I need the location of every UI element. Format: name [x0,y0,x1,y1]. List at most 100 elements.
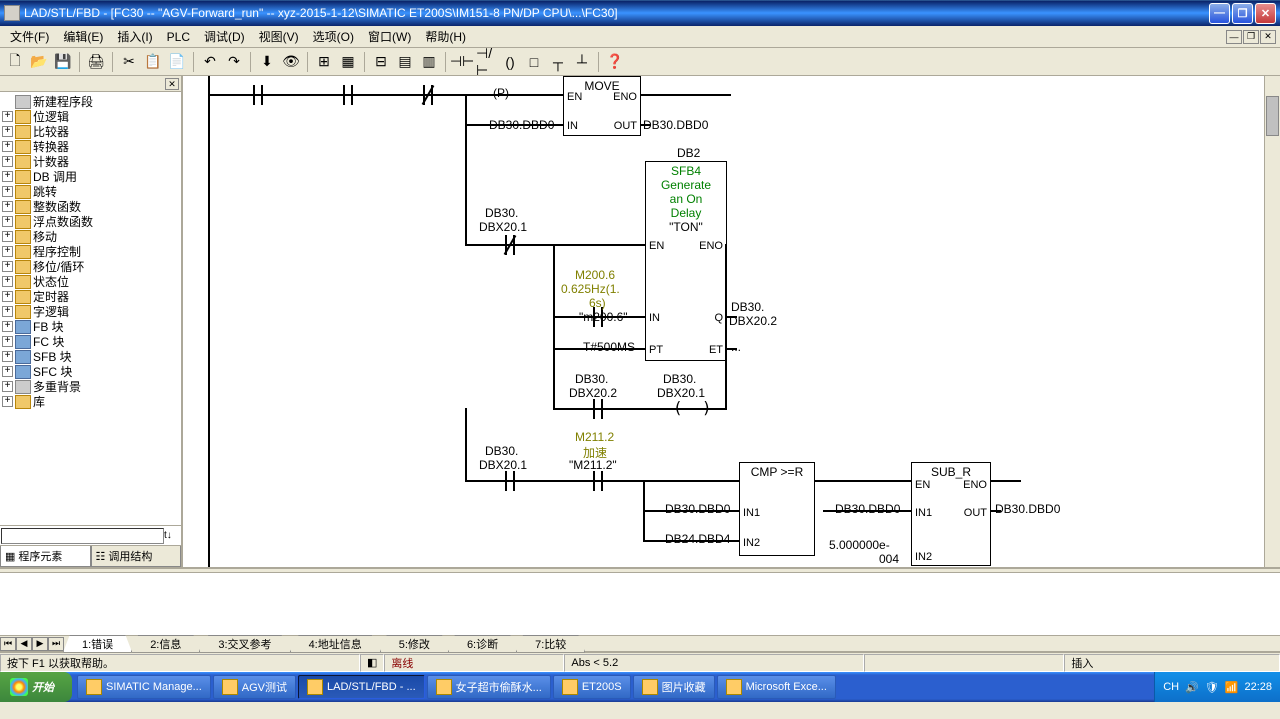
tree-item[interactable]: +SFC 块 [2,364,179,379]
tree-item[interactable]: +多重背景 [2,379,179,394]
vertical-scrollbar[interactable] [1264,76,1280,567]
output-tab[interactable]: 7:比较 [516,635,585,653]
tree-item[interactable]: +计数器 [2,154,179,169]
contact-no[interactable] [333,85,363,105]
menu-debug[interactable]: 调试(D) [198,26,251,47]
r3c1a[interactable]: DB30. [485,444,518,458]
branch-close-icon[interactable]: ┴ [571,51,593,73]
sub-out-val[interactable]: DB30.DBD0 [995,502,1060,516]
undo-icon[interactable]: ↶ [199,51,221,73]
output-tab[interactable]: 4:地址信息 [290,635,381,653]
expander-icon[interactable]: + [2,336,13,347]
close-button[interactable]: ✕ [1255,3,1276,24]
contact-nc[interactable] [495,235,525,255]
cmp-in1-val[interactable]: DB30.DBD0 [665,502,730,516]
mdi-restore[interactable]: ❐ [1243,30,1259,44]
contact-no[interactable] [583,471,613,491]
system-tray[interactable]: CH 🔊 🛡 📶 22:28 [1154,672,1280,702]
m200-c[interactable]: 6s) [589,296,606,310]
monitor-icon[interactable]: 👁 [280,51,302,73]
tree-item[interactable]: +程序控制 [2,244,179,259]
output-tab[interactable]: 2:信息 [131,635,200,653]
contact-no-icon[interactable]: ⊣⊢ [451,51,473,73]
tree-item[interactable]: +浮点数函数 [2,214,179,229]
q-a[interactable]: DB30. [731,300,764,314]
expander-icon[interactable]: + [2,351,13,362]
lad-editor[interactable]: (P) MOVE EN ENO IN OUT DB30.DBD0 DB30.DB… [183,76,1280,567]
cmp-in2-val[interactable]: DB24.DBD4 [665,532,730,546]
menu-insert[interactable]: 插入(I) [111,26,158,47]
sfb4-instance[interactable]: DB2 [677,146,700,160]
move-in-val[interactable]: DB30.DBD0 [489,118,554,132]
tray-icon[interactable]: 🛡 [1205,681,1219,694]
r2c1b[interactable]: DBX20.2 [569,386,617,400]
open-icon[interactable]: 📂 [28,51,50,73]
expander-icon[interactable]: + [2,231,13,242]
output-tab[interactable]: 1:错误 [63,635,132,653]
sub-in2a[interactable]: 5.000000e- [829,538,890,552]
expander-icon[interactable]: + [2,306,13,317]
taskbar-task[interactable]: SIMATIC Manage... [77,675,211,699]
box-icon[interactable]: □ [523,51,545,73]
copy-icon[interactable]: 📋 [142,51,164,73]
tree-item[interactable]: +FC 块 [2,334,179,349]
download-icon[interactable]: ⬇ [256,51,278,73]
contact-no[interactable] [495,471,525,491]
output-tab[interactable]: 5:修改 [380,635,449,653]
sidebar-close-icon[interactable]: ✕ [165,78,179,90]
pt-val[interactable]: T#500MS [583,340,635,354]
menu-file[interactable]: 文件(F) [4,26,55,47]
taskbar-task[interactable]: Microsoft Exce... [717,675,836,699]
r2c1a[interactable]: DB30. [575,372,608,386]
tree-item[interactable]: +转换器 [2,139,179,154]
expander-icon[interactable]: + [2,126,13,137]
expander-icon[interactable]: + [2,186,13,197]
tree-item[interactable]: +字逻辑 [2,304,179,319]
m211a[interactable]: M211.2 [575,430,614,444]
tree-item[interactable]: +状态位 [2,274,179,289]
coil-icon[interactable]: () [499,51,521,73]
expander-icon[interactable]: + [2,216,13,227]
lad-icon[interactable]: ⊟ [370,51,392,73]
tab-prev-icon[interactable]: ◀ [16,637,32,651]
tab-last-icon[interactable]: ⏭ [48,637,64,651]
lang-indicator[interactable]: CH [1163,681,1179,693]
mdi-close[interactable]: ✕ [1260,30,1276,44]
m200-a[interactable]: M200.6 [575,268,615,282]
output-tab[interactable]: 6:诊断 [448,635,517,653]
redo-icon[interactable]: ↷ [223,51,245,73]
expander-icon[interactable]: + [2,366,13,377]
stl-icon[interactable]: ▤ [394,51,416,73]
expander-icon[interactable]: + [2,321,13,332]
network-icon[interactable]: ⊞ [313,51,335,73]
print-icon[interactable]: 🖨 [85,51,107,73]
tree-item[interactable]: +SFB 块 [2,349,179,364]
menu-view[interactable]: 视图(V) [253,26,305,47]
new-icon[interactable]: 🗋 [4,51,26,73]
menu-edit[interactable]: 编辑(E) [57,26,109,47]
q-b[interactable]: DBX20.2 [729,314,777,328]
taskbar-task[interactable]: 图片收藏 [633,675,715,699]
tab-call-structure[interactable]: ☷ 调用结构 [91,546,182,567]
tray-icon[interactable]: 🔊 [1185,681,1199,694]
start-button[interactable]: 开始 [0,672,72,702]
m200-b[interactable]: 0.625Hz(1. [561,282,620,296]
mdi-minimize[interactable]: — [1226,30,1242,44]
tree-root[interactable]: 新建程序段 [2,94,179,109]
taskbar-task[interactable]: 女子超市偷酥水... [427,675,551,699]
expander-icon[interactable]: + [2,156,13,167]
menu-help[interactable]: 帮助(H) [419,26,472,47]
move-box[interactable]: MOVE EN ENO IN OUT [563,76,641,136]
fbd-icon[interactable]: ▥ [418,51,440,73]
sfb4-cond1a[interactable]: DB30. [485,206,518,220]
tree-item[interactable]: +整数函数 [2,199,179,214]
contact-no[interactable] [583,399,613,419]
tree-item[interactable]: +DB 调用 [2,169,179,184]
expander-icon[interactable]: + [2,276,13,287]
contact-nc-icon[interactable]: ⊣/⊢ [475,51,497,73]
program-elements-tree[interactable]: 新建程序段 +位逻辑+比较器+转换器+计数器+DB 调用+跳转+整数函数+浮点数… [0,92,181,525]
contact-no[interactable] [243,85,273,105]
taskbar-task[interactable]: ET200S [553,675,631,699]
sfb4-box[interactable]: SFB4 Generate an On Delay "TON" EN ENO I… [645,161,727,361]
menu-options[interactable]: 选项(O) [307,26,360,47]
